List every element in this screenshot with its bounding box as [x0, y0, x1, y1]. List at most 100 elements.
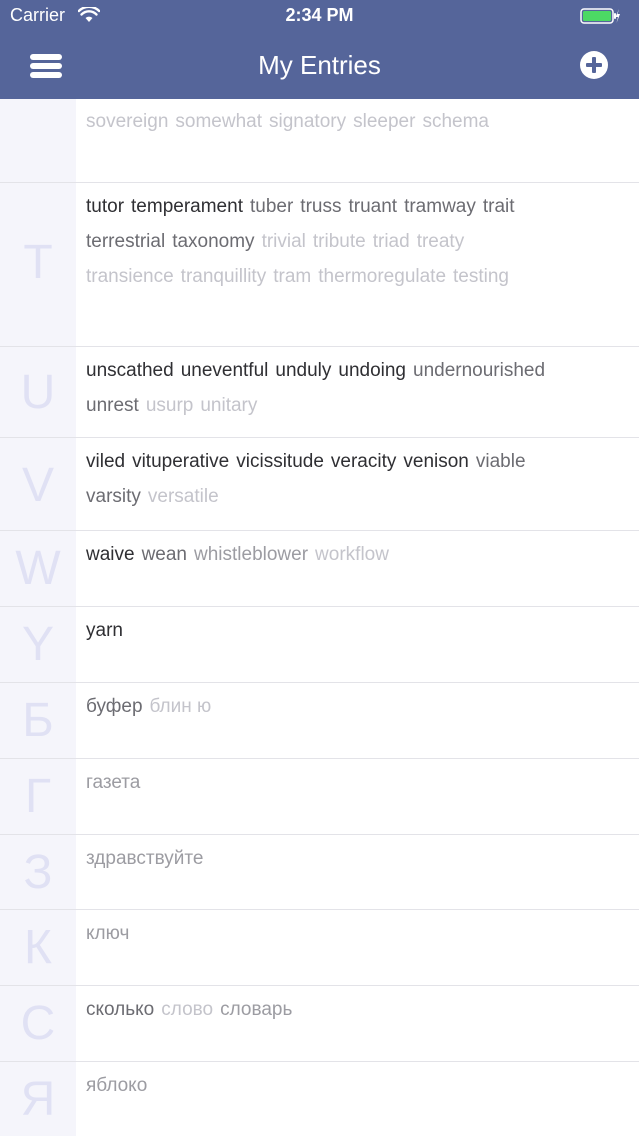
word-line: unscathed uneventful unduly undoing undernou…: [86, 357, 626, 392]
word-line: viled vituperative vicissitude veracity veni…: [86, 448, 626, 483]
word-entry[interactable]: блин ю: [150, 696, 212, 717]
word-entry[interactable]: schema: [422, 111, 489, 132]
section-letter: Г: [25, 770, 51, 823]
word-line: unrest usurp unitary: [86, 392, 626, 427]
word-entry[interactable]: whistleblower: [194, 544, 308, 565]
word-line: буфер блин ю: [86, 693, 626, 728]
status-bar: Carrier 2:34 PM: [0, 0, 639, 32]
word-entry[interactable]: слово: [161, 999, 213, 1020]
word-line: здравствуйте: [86, 845, 626, 880]
word-entry[interactable]: usurp: [146, 395, 194, 416]
word-entry[interactable]: undernourished: [413, 360, 545, 381]
word-entry[interactable]: здравствуйте: [86, 848, 203, 869]
section-row[interactable]: sovereign somewhat signatory sleeper schema: [0, 99, 639, 183]
section-index-column: V: [0, 438, 76, 530]
word-entry[interactable]: testing: [453, 266, 509, 287]
section-letter: Я: [20, 1073, 56, 1126]
entries-list[interactable]: sovereign somewhat signatory sleeper schema T…: [0, 99, 639, 1136]
section-index-column: Г: [0, 759, 76, 834]
section-row[interactable]: Yyarn: [0, 607, 639, 683]
word-list: газета: [86, 769, 626, 804]
word-entry[interactable]: яблоко: [86, 1075, 147, 1096]
word-list: viled vituperative vicissitude veracity veni…: [86, 448, 626, 518]
section-letter: V: [21, 459, 54, 512]
section-row[interactable]: Ггазета: [0, 759, 639, 835]
section-letter: К: [24, 921, 52, 974]
word-entry[interactable]: undoing: [338, 360, 406, 381]
status-time: 2:34 PM: [285, 5, 354, 25]
section-row[interactable]: Яяблоко: [0, 1062, 639, 1136]
word-entry[interactable]: vituperative: [132, 451, 229, 472]
word-entry[interactable]: sovereign: [86, 111, 168, 132]
battery-charging-icon: [580, 8, 620, 24]
word-entry[interactable]: ключ: [86, 923, 129, 944]
word-entry[interactable]: triad: [373, 231, 410, 252]
word-entry[interactable]: truant: [348, 196, 397, 217]
word-entry[interactable]: terrestrial: [86, 231, 165, 252]
section-row[interactable]: Кключ: [0, 910, 639, 986]
word-line: transience tranquillity tram thermoregulate…: [86, 263, 626, 298]
word-line: яблоко: [86, 1072, 626, 1107]
section-letter: W: [15, 542, 61, 595]
word-entry[interactable]: treaty: [417, 231, 465, 252]
section-row[interactable]: Зздравствуйте: [0, 835, 639, 910]
word-entry[interactable]: viable: [476, 451, 526, 472]
word-entry[interactable]: unrest: [86, 395, 139, 416]
word-entry[interactable]: словарь: [220, 999, 292, 1020]
word-entry[interactable]: thermoregulate: [318, 266, 446, 287]
section-row[interactable]: Ббуфер блин ю: [0, 683, 639, 759]
section-index-column: З: [0, 835, 76, 909]
word-entry[interactable]: viled: [86, 451, 125, 472]
word-entry[interactable]: tranquillity: [181, 266, 267, 287]
word-entry[interactable]: temperament: [131, 196, 243, 217]
word-entry[interactable]: uneventful: [181, 360, 269, 381]
word-entry[interactable]: venison: [403, 451, 469, 472]
section-index-column: U: [0, 347, 76, 437]
word-entry[interactable]: veracity: [331, 451, 396, 472]
word-entry[interactable]: газета: [86, 772, 140, 793]
word-entry[interactable]: workflow: [315, 544, 389, 565]
word-entry[interactable]: unduly: [275, 360, 331, 381]
word-entry[interactable]: transience: [86, 266, 174, 287]
word-list: буфер блин ю: [86, 693, 626, 728]
word-list: tutor temperament tuber truss truant tramway t…: [86, 193, 626, 298]
section-row[interactable]: Ссколько слово словарь: [0, 986, 639, 1062]
plus-circle-icon[interactable]: [578, 49, 610, 81]
word-entry[interactable]: truss: [300, 196, 341, 217]
word-entry[interactable]: trivial: [262, 231, 306, 252]
word-entry[interactable]: versatile: [148, 486, 219, 507]
word-line: sovereign somewhat signatory sleeper schema: [86, 108, 626, 143]
word-entry[interactable]: vicissitude: [236, 451, 324, 472]
word-entry[interactable]: сколько: [86, 999, 154, 1020]
section-index-column: К: [0, 910, 76, 985]
word-entry[interactable]: somewhat: [175, 111, 262, 132]
word-line: газета: [86, 769, 626, 804]
word-entry[interactable]: tribute: [313, 231, 366, 252]
word-entry[interactable]: tramway: [404, 196, 476, 217]
word-entry[interactable]: signatory: [269, 111, 346, 132]
word-entry[interactable]: unitary: [200, 395, 257, 416]
word-line: terrestrial taxonomy trivial tribute triad tr…: [86, 228, 626, 263]
word-entry[interactable]: waive: [86, 544, 135, 565]
word-list: ключ: [86, 920, 626, 955]
section-letter: T: [23, 236, 53, 289]
word-entry[interactable]: tutor: [86, 196, 124, 217]
word-entry[interactable]: taxonomy: [172, 231, 254, 252]
word-list: unscathed uneventful unduly undoing undernou…: [86, 357, 626, 427]
word-entry[interactable]: varsity: [86, 486, 141, 507]
word-entry[interactable]: буфер: [86, 696, 143, 717]
section-row[interactable]: Uunscathed uneventful unduly undoing underno…: [0, 347, 639, 438]
word-entry[interactable]: trait: [483, 196, 515, 217]
word-entry[interactable]: tuber: [250, 196, 293, 217]
word-line: waive wean whistleblower workflow: [86, 541, 626, 576]
word-entry[interactable]: sleeper: [353, 111, 415, 132]
section-letter: U: [20, 366, 56, 419]
section-row[interactable]: Vviled vituperative vicissitude veracity ven…: [0, 438, 639, 531]
word-list: сколько слово словарь: [86, 996, 626, 1031]
word-entry[interactable]: tram: [273, 266, 311, 287]
word-entry[interactable]: wean: [142, 544, 187, 565]
section-row[interactable]: Ttutor temperament tuber truss truant tramway…: [0, 183, 639, 347]
word-entry[interactable]: unscathed: [86, 360, 174, 381]
word-entry[interactable]: yarn: [86, 620, 123, 641]
section-row[interactable]: Wwaive wean whistleblower workflow: [0, 531, 639, 607]
